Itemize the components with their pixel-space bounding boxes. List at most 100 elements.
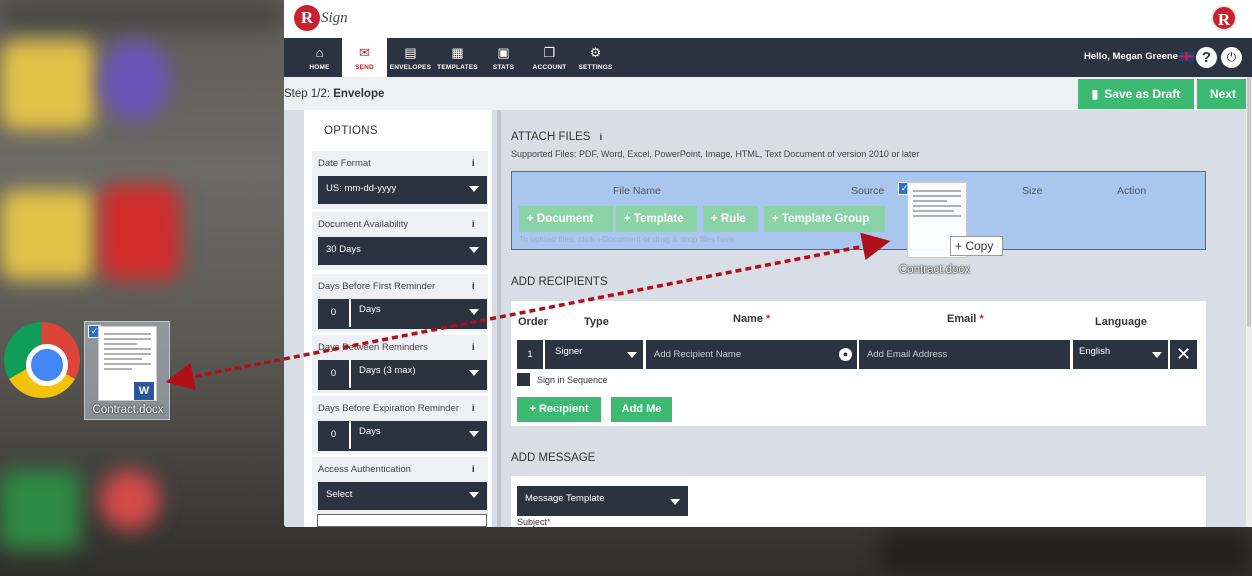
nav-account[interactable]: ❐ ACCOUNT [526,38,573,77]
add-rule-button[interactable]: + Rule [703,206,758,232]
first-reminder-number[interactable]: 0 [318,299,351,327]
contact-icon[interactable]: ● [839,348,852,361]
step-indicator: Step 1/2: Envelope [284,88,385,100]
nav-templates[interactable]: ▦ TEMPLATES [434,38,481,77]
main-nav: ⌂ HOME ✉ SEND ▤ ENVELOPES ▦ TEMPLATES ▣ … [284,38,1252,77]
caret-down-icon [469,431,479,437]
power-icon[interactable]: ⏻ [1221,47,1242,68]
folder-icon [0,190,95,280]
sign-in-sequence: Sign in Sequence [517,373,608,386]
size-header: Size [1022,185,1043,197]
caret-down-icon [1152,352,1162,358]
date-format-group: Date Format i US: mm-dd-yyyy [312,151,488,209]
message-template-select[interactable]: Message Template [517,486,688,516]
document-availability-group: Document Availability i 30 Days [312,212,488,270]
caret-down-icon [469,186,479,192]
add-recipients-title: ADD RECIPIENTS [511,276,608,288]
recipient-type-select[interactable]: Signer [545,340,643,369]
next-button[interactable]: Next [1197,79,1249,109]
app-icon [100,470,160,530]
app-icon [100,40,170,120]
user-greeting: Hello, Megan Greene [1084,51,1178,62]
uk-flag-icon[interactable] [1179,52,1194,61]
caret-down-icon [469,492,479,498]
add-template-group-button[interactable]: + Template Group [764,206,885,232]
nav-stats[interactable]: ▣ STATS [481,38,526,77]
envelope-icon: ✉ [359,45,370,60]
nav-settings[interactable]: ⚙ SETTINGS [573,38,618,77]
first-reminder-group: Days Before First Reminder i 0 Days [312,274,488,332]
info-icon[interactable]: i [472,219,480,229]
expiration-reminder-select[interactable]: 0 Days [318,421,487,451]
info-icon[interactable]: i [472,281,480,291]
date-format-select[interactable]: US: mm-dd-yyyy [318,176,487,204]
language-select[interactable]: English [1073,340,1168,369]
rsign-logo[interactable]: R Sign [294,5,348,31]
add-template-button[interactable]: + Template [616,206,697,232]
source-header: Source [851,185,885,197]
between-reminders-group: Days Between Reminders i 0 Days (3 max) [312,335,488,393]
nav-send[interactable]: ✉ SEND [342,38,387,77]
sign-in-sequence-checkbox[interactable] [517,373,530,386]
nav-envelopes[interactable]: ▤ ENVELOPES [387,38,434,77]
caret-down-icon [670,499,680,505]
content-area: OPTIONS Date Format i US: mm-dd-yyyy Doc… [284,110,1252,527]
template-icon: ▦ [451,45,464,60]
info-icon[interactable]: i [472,158,480,168]
attach-drop-zone[interactable]: File Name Source Size Action + Document … [511,171,1206,250]
word-icon: W [134,382,154,400]
remove-recipient-icon[interactable]: ✕ [1170,340,1197,369]
copy-tooltip: + Copy [950,236,1003,256]
first-reminder-select[interactable]: 0 Days [318,299,487,329]
caret-down-icon [469,309,479,315]
message-panel: Message Template Subject* [511,476,1206,527]
action-header: Action [1117,185,1147,197]
file-icon: ▮ [1091,87,1099,101]
password-field[interactable] [317,514,487,527]
folder-icon [0,40,95,130]
rpost-logo: R [1211,5,1237,31]
info-icon[interactable]: i [472,342,480,352]
envelope-main: ATTACH FILES i Supported Files: PDF, Wor… [501,110,1225,527]
recipients-panel: Order Type Name * Email * Language 1 Sig… [511,301,1206,426]
desktop-file-name: Contract.docx [92,404,164,416]
info-icon[interactable]: i [472,464,480,474]
help-icon[interactable]: ? [1196,47,1217,68]
rsign-window: R Sign R ⌂ HOME ✉ SEND ▤ ENVELOPES ▦ TEM… [284,0,1252,527]
add-document-button[interactable]: + Document [519,206,613,232]
briefcase-icon: ▣ [497,45,510,60]
window-scrollbar[interactable] [1246,77,1252,527]
add-recipient-button[interactable]: + Recipient [517,397,601,422]
expiration-reminder-number[interactable]: 0 [318,421,351,449]
document-availability-select[interactable]: 30 Days [318,237,487,265]
options-title: OPTIONS [324,125,378,137]
order-header: Order [518,316,548,328]
info-icon[interactable]: i [600,132,603,142]
access-authentication-select[interactable]: Select [318,482,487,510]
expiration-reminder-group: Days Before Expiration Reminder i 0 Days [312,396,488,454]
type-header: Type [584,316,609,328]
recipient-name-input[interactable]: Add Recipient Name ● [646,340,857,369]
caret-down-icon [469,370,479,376]
step-bar: Step 1/2: Envelope ▮ Save as Draft Next [284,77,1252,110]
documents-icon: ❐ [543,45,556,60]
email-header: Email * [947,313,984,325]
dragged-file-name: Contract.docx [899,264,970,276]
file-name-header: File Name [613,185,661,197]
top-bar: R Sign R [284,0,1252,38]
between-reminders-number[interactable]: 0 [318,360,351,388]
options-panel: OPTIONS Date Format i US: mm-dd-yyyy Doc… [304,110,492,527]
between-reminders-select[interactable]: 0 Days (3 max) [318,360,487,390]
save-as-draft-button[interactable]: ▮ Save as Draft [1078,79,1194,109]
add-me-button[interactable]: Add Me [611,397,672,422]
gear-icon: ⚙ [589,45,602,60]
drop-hint-text: To upload files, click +Document or drag… [519,234,735,244]
recipient-email-input[interactable]: Add Email Address [859,340,1070,369]
chrome-icon[interactable] [4,322,80,398]
info-icon[interactable]: i [472,403,480,413]
order-input[interactable]: 1 [517,340,543,369]
supported-files-text: Supported Files: PDF, Word, Excel, Power… [511,149,920,159]
drive-icon [0,470,80,550]
desktop-file-contract[interactable]: ✓ W Contract.docx [84,321,170,420]
nav-home[interactable]: ⌂ HOME [297,38,342,77]
